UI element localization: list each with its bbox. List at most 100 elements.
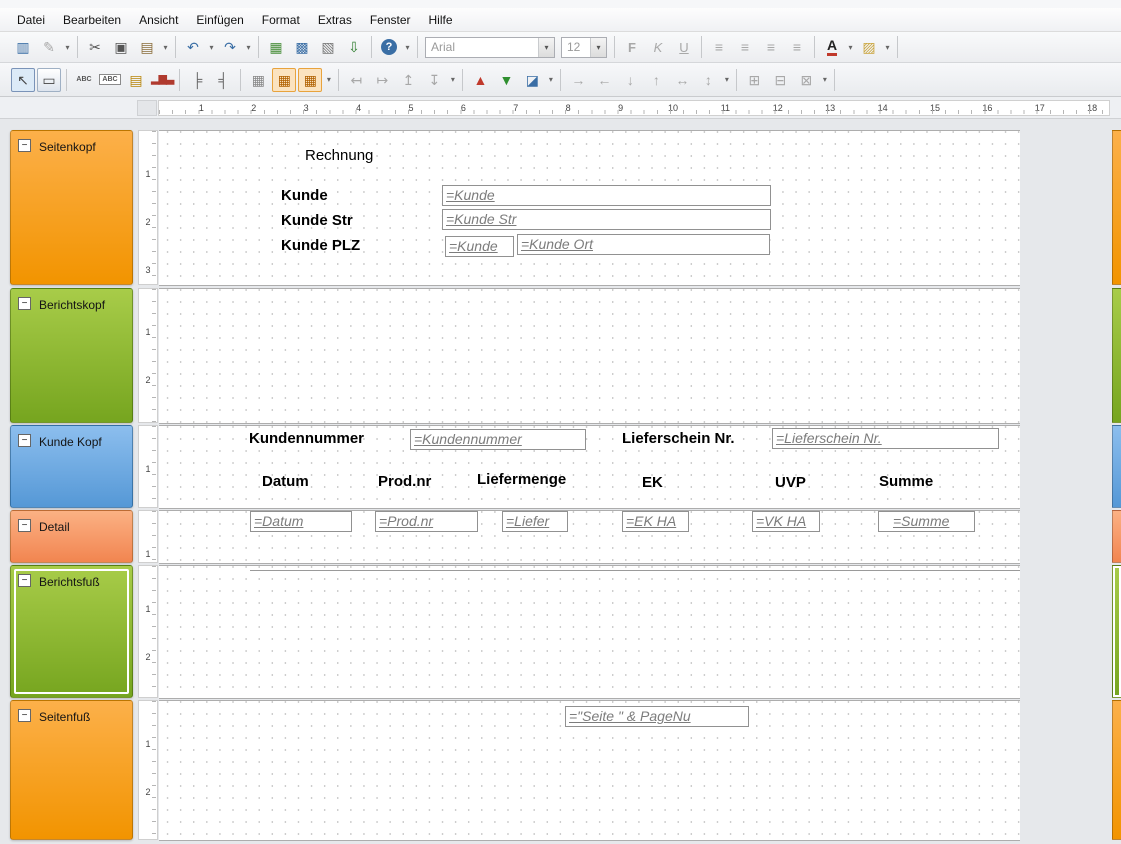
font-name-combo[interactable]: Arial▾ bbox=[425, 37, 555, 58]
detail-field-summe[interactable]: =Summe bbox=[878, 511, 975, 532]
insert-report-button[interactable]: ▧ bbox=[316, 35, 340, 59]
collapse-icon[interactable]: − bbox=[18, 574, 31, 587]
detail-field-ek[interactable]: =EK HA bbox=[622, 511, 689, 532]
bring-to-front-button[interactable]: ⊞ bbox=[742, 68, 766, 92]
menu-item[interactable]: Extras bbox=[309, 10, 361, 30]
kundennummer-field[interactable]: =Kundennummer bbox=[410, 429, 586, 450]
undo-dropdown-icon[interactable]: ▾ bbox=[206, 43, 217, 52]
help-button[interactable]: ? bbox=[377, 35, 401, 59]
kunde-plz-field[interactable]: =Kunde bbox=[445, 236, 514, 257]
equal-height-button[interactable]: ↕ bbox=[696, 68, 720, 92]
object-alignment-dropdown-icon[interactable]: ▾ bbox=[447, 75, 458, 84]
align-left-button[interactable]: ≡ bbox=[707, 35, 731, 59]
undo-button[interactable]: ↶ bbox=[181, 35, 205, 59]
edit-mode-dropdown-icon[interactable]: ▾ bbox=[62, 43, 73, 52]
column-header-uvp[interactable]: UVP bbox=[775, 474, 806, 491]
copy-button[interactable]: ▣ bbox=[109, 35, 133, 59]
canvas-seitenkopf[interactable] bbox=[159, 130, 1020, 286]
kunde-ort-field[interactable]: =Kunde Ort bbox=[517, 234, 770, 255]
select-report-element-button[interactable]: ▭ bbox=[37, 68, 61, 92]
insert-table-button[interactable]: ▦ bbox=[264, 35, 288, 59]
italic-button[interactable]: K bbox=[646, 35, 670, 59]
export-button[interactable]: ⇩ bbox=[342, 35, 366, 59]
column-header-datum[interactable]: Datum bbox=[262, 473, 309, 490]
expand-section-button[interactable]: ╡ bbox=[211, 68, 235, 92]
section-alignment-dropdown-icon[interactable]: ▾ bbox=[545, 75, 556, 84]
menu-item[interactable]: Hilfe bbox=[420, 10, 462, 30]
fit-smallest-width-button[interactable]: → bbox=[566, 68, 590, 92]
menu-item[interactable]: Fenster bbox=[361, 10, 420, 30]
collapse-icon[interactable]: − bbox=[18, 297, 31, 310]
send-to-back-button[interactable]: ⊟ bbox=[768, 68, 792, 92]
collapse-icon[interactable]: − bbox=[18, 434, 31, 447]
collapse-icon[interactable]: − bbox=[18, 139, 31, 152]
insert-chart-button[interactable]: ▂▆▃ bbox=[150, 68, 174, 92]
page-number-field[interactable]: ="Seite " & PageNu bbox=[565, 706, 749, 727]
column-header-ek[interactable]: EK bbox=[642, 474, 663, 491]
kunde-plz-label[interactable]: Kunde PLZ bbox=[281, 237, 360, 254]
canvas-berichtsfuss[interactable] bbox=[159, 565, 1020, 699]
align-right-button[interactable]: ≡ bbox=[759, 35, 783, 59]
column-header-prodnr[interactable]: Prod.nr bbox=[378, 473, 431, 490]
font-color-button[interactable]: A bbox=[820, 35, 844, 59]
snap-to-grid-button[interactable]: ▦ bbox=[272, 68, 296, 92]
align-top-edges-button[interactable]: ↥ bbox=[396, 68, 420, 92]
detail-field-prodnr[interactable]: =Prod.nr bbox=[375, 511, 478, 532]
lieferschein-label[interactable]: Lieferschein Nr. bbox=[622, 430, 735, 447]
align-justify-button[interactable]: ≡ bbox=[785, 35, 809, 59]
save-button[interactable]: ▥ bbox=[11, 35, 35, 59]
canvas-berichtskopf[interactable] bbox=[159, 288, 1020, 424]
helplines-while-moving-button[interactable]: ▦ bbox=[298, 68, 322, 92]
collapse-icon[interactable]: − bbox=[18, 519, 31, 532]
snap-bottom-of-section-button[interactable]: ▼ bbox=[494, 68, 518, 92]
highlight-color-dropdown-icon[interactable]: ▾ bbox=[882, 43, 893, 52]
toolbar-overflow-dropdown-icon[interactable]: ▾ bbox=[402, 43, 413, 52]
column-header-liefermenge[interactable]: Liefermenge bbox=[477, 471, 566, 488]
menu-item[interactable]: Bearbeiten bbox=[54, 10, 130, 30]
insert-label-button[interactable]: ABC bbox=[72, 68, 96, 92]
group-objects-button[interactable]: ⊠ bbox=[794, 68, 818, 92]
arrange-options-dropdown-icon[interactable]: ▾ bbox=[819, 75, 830, 84]
detail-field-uvp[interactable]: =VK HA bbox=[752, 511, 820, 532]
center-in-section-button[interactable]: ◪ bbox=[520, 68, 544, 92]
collapse-icon[interactable]: − bbox=[18, 709, 31, 722]
menu-item[interactable]: Format bbox=[253, 10, 309, 30]
font-size-dropdown-icon[interactable]: ▾ bbox=[590, 38, 606, 57]
menu-item[interactable]: Ansicht bbox=[130, 10, 187, 30]
fit-greatest-width-button[interactable]: ← bbox=[592, 68, 616, 92]
redo-button[interactable]: ↷ bbox=[218, 35, 242, 59]
column-header-summe[interactable]: Summe bbox=[879, 473, 933, 490]
insert-formatted-field-button[interactable]: ▤ bbox=[124, 68, 148, 92]
fit-greatest-height-button[interactable]: ↑ bbox=[644, 68, 668, 92]
section-header-seitenkopf[interactable]: − Seitenkopf bbox=[10, 130, 133, 285]
section-header-berichtsfuss[interactable]: − Berichtsfuß bbox=[10, 565, 133, 698]
lieferschein-field[interactable]: =Lieferschein Nr. bbox=[772, 428, 999, 449]
kundennummer-label[interactable]: Kundennummer bbox=[249, 430, 364, 447]
grid-options-dropdown-icon[interactable]: ▾ bbox=[323, 75, 334, 84]
align-left-edges-button[interactable]: ↤ bbox=[344, 68, 368, 92]
kunde-str-field[interactable]: =Kunde Str bbox=[442, 209, 771, 230]
insert-text-field-button[interactable]: ABC bbox=[98, 68, 122, 92]
section-header-kunde-kopf[interactable]: − Kunde Kopf bbox=[10, 425, 133, 508]
resize-options-dropdown-icon[interactable]: ▾ bbox=[721, 75, 732, 84]
kunde-field[interactable]: =Kunde bbox=[442, 185, 771, 206]
menu-item[interactable]: Einfügen bbox=[187, 10, 252, 30]
redo-dropdown-icon[interactable]: ▾ bbox=[243, 43, 254, 52]
highlight-color-button[interactable]: ▨ bbox=[857, 35, 881, 59]
bold-button[interactable]: F bbox=[620, 35, 644, 59]
font-size-combo[interactable]: 12▾ bbox=[561, 37, 607, 58]
align-right-edges-button[interactable]: ↦ bbox=[370, 68, 394, 92]
menu-item[interactable]: Datei bbox=[8, 10, 54, 30]
detail-field-datum[interactable]: =Datum bbox=[250, 511, 352, 532]
paste-dropdown-icon[interactable]: ▾ bbox=[160, 43, 171, 52]
align-bottom-edges-button[interactable]: ↧ bbox=[422, 68, 446, 92]
kunde-label[interactable]: Kunde bbox=[281, 187, 328, 204]
toggle-grid-button[interactable]: ▦ bbox=[246, 68, 270, 92]
report-title-label[interactable]: Rechnung bbox=[305, 147, 373, 164]
snap-top-of-section-button[interactable]: ▲ bbox=[468, 68, 492, 92]
shrink-section-button[interactable]: ╞ bbox=[185, 68, 209, 92]
section-header-detail[interactable]: − Detail bbox=[10, 510, 133, 563]
edit-mode-button[interactable]: ✎ bbox=[37, 35, 61, 59]
font-name-dropdown-icon[interactable]: ▾ bbox=[538, 38, 554, 57]
equal-width-button[interactable]: ↔ bbox=[670, 68, 694, 92]
